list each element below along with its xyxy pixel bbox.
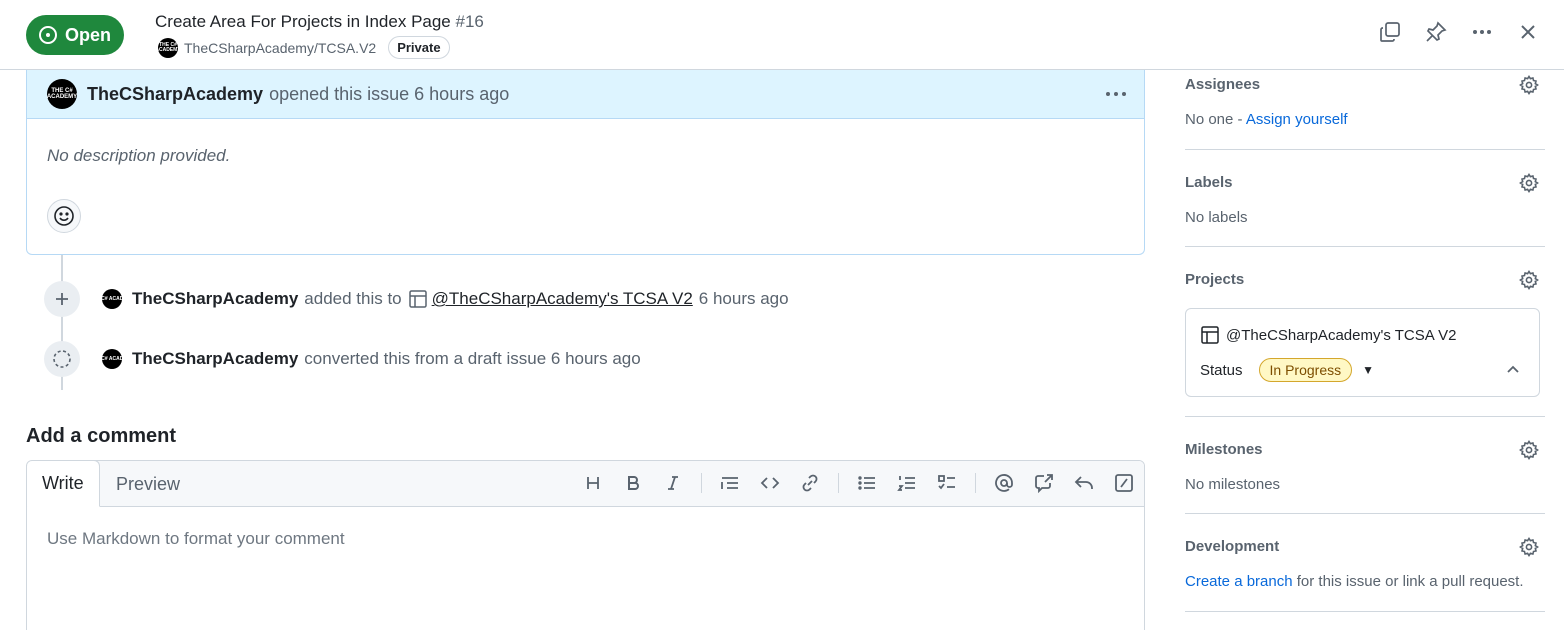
comment-textarea[interactable]: Use Markdown to format your comment — [27, 507, 1144, 571]
issue-body-header: THE C# ACADEMY TheCSharpAcademy opened t… — [27, 70, 1144, 119]
actor-avatar[interactable]: THE C# ACADEMY — [90, 349, 134, 369]
link-icon[interactable] — [798, 471, 822, 495]
italic-icon[interactable] — [661, 471, 685, 495]
timeline-actor[interactable]: TheCSharpAcademy — [132, 289, 298, 309]
milestones-value: No milestones — [1185, 476, 1281, 493]
gear-icon[interactable] — [1519, 537, 1539, 557]
tasklist-icon[interactable] — [935, 471, 959, 495]
timeline-text: converted this from a draft issue 6 hour… — [304, 349, 641, 368]
assignees-title: Assignees — [1185, 76, 1261, 93]
toolbar-divider — [701, 473, 702, 493]
visibility-badge: Private — [388, 36, 450, 59]
toolbar-divider — [838, 473, 839, 493]
development-title: Development — [1185, 538, 1280, 555]
quote-icon[interactable] — [718, 471, 742, 495]
timeline-text: added this to — [304, 289, 402, 308]
close-icon[interactable] — [1516, 20, 1540, 44]
state-label: Open — [64, 24, 111, 45]
project-name[interactable]: @TheCSharpAcademy's TCSA V2 — [1226, 327, 1456, 344]
markdown-toolbar — [581, 471, 1136, 495]
mention-icon[interactable] — [992, 471, 1016, 495]
plus-icon — [44, 281, 80, 317]
labels-title: Labels — [1185, 174, 1233, 191]
project-link[interactable]: @TheCSharpAcademy's TCSA V2 — [432, 289, 693, 309]
code-icon[interactable] — [758, 471, 782, 495]
project-name-row[interactable]: @TheCSharpAcademy's TCSA V2 — [1200, 325, 1456, 345]
assignees-value: No one - Assign yourself — [1185, 111, 1348, 128]
development-rest-text: for this issue or link a pull request. — [1292, 573, 1524, 590]
issue-opened-text: opened this issue 6 hours ago — [269, 83, 510, 104]
gear-icon[interactable] — [1519, 75, 1539, 95]
issue-number: #16 — [455, 12, 484, 31]
milestones-section: Milestones No milestones — [1185, 417, 1545, 514]
status-label: Status — [1200, 361, 1243, 379]
header-actions — [1378, 20, 1540, 44]
editor-toolbar-bar: Write Preview — [27, 461, 1144, 507]
status-badge[interactable]: In Progress — [1258, 358, 1353, 382]
repo-link[interactable]: TheCSharpAcademy/TCSA.V2 — [184, 40, 376, 56]
triangle-down-icon[interactable]: ▼ — [1362, 363, 1374, 377]
smiley-icon — [54, 206, 74, 226]
ordered-list-icon[interactable] — [895, 471, 919, 495]
author-avatar[interactable]: THE C# ACADEMY — [47, 79, 77, 109]
chevron-up-icon[interactable] — [1505, 361, 1521, 382]
reply-icon[interactable] — [1072, 471, 1096, 495]
slash-command-icon[interactable] — [1112, 471, 1136, 495]
copy-icon[interactable] — [1378, 20, 1402, 44]
assignees-section: Assignees No one - Assign yourself — [1185, 70, 1545, 150]
heading-icon[interactable] — [581, 471, 605, 495]
toolbar-divider — [975, 473, 976, 493]
table-icon — [1201, 326, 1219, 344]
project-card: @TheCSharpAcademy's TCSA V2 Status In Pr… — [1185, 308, 1540, 397]
development-section: Development Create a branch for this iss… — [1185, 514, 1545, 612]
milestones-title: Milestones — [1185, 441, 1263, 458]
gear-icon[interactable] — [1519, 440, 1539, 460]
kebab-horizontal-icon[interactable] — [1470, 20, 1494, 44]
create-branch-link[interactable]: Create a branch — [1185, 573, 1293, 590]
assign-yourself-link[interactable]: Assign yourself — [1246, 111, 1348, 128]
comment-editor: Write Preview Use Markdown to format you… — [26, 460, 1145, 630]
issue-opened-icon — [38, 26, 57, 44]
issue-title-text: Create Area For Projects in Index Page — [155, 12, 451, 31]
bold-icon[interactable] — [621, 471, 645, 495]
pin-icon[interactable] — [1424, 20, 1448, 44]
issue-header: Open Create Area For Projects in Index P… — [0, 0, 1564, 70]
gear-icon[interactable] — [1519, 270, 1539, 290]
timeline-actor[interactable]: TheCSharpAcademy — [132, 349, 298, 369]
add-reaction-button[interactable] — [47, 199, 81, 233]
development-value: Create a branch for this issue or link a… — [1185, 573, 1524, 590]
issue-description: No description provided. — [47, 146, 231, 165]
timeline-time: 6 hours ago — [698, 289, 789, 308]
projects-title: Projects — [1185, 271, 1245, 288]
issue-author[interactable]: TheCSharpAcademy — [87, 84, 263, 105]
assignees-none-text: No one - — [1185, 111, 1246, 128]
tab-preview[interactable]: Preview — [101, 461, 195, 507]
table-icon — [408, 289, 428, 309]
project-status-row: Status In Progress ▼ — [1200, 358, 1374, 382]
labels-value: No labels — [1185, 209, 1248, 226]
repo-owner-avatar: THE C# ACADEMY — [155, 37, 181, 58]
unordered-list-icon[interactable] — [855, 471, 879, 495]
tab-write[interactable]: Write — [27, 461, 100, 507]
repo-line: THE C# ACADEMY TheCSharpAcademy/TCSA.V2 … — [155, 36, 450, 59]
labels-section: Labels No labels — [1185, 150, 1545, 247]
comment-menu-icon[interactable] — [1104, 82, 1128, 112]
issue-title: Create Area For Projects in Index Page #… — [155, 12, 484, 32]
gear-icon[interactable] — [1519, 173, 1539, 193]
cross-reference-icon[interactable] — [1032, 471, 1056, 495]
add-comment-heading: Add a comment — [26, 425, 177, 447]
timeline-item-added-to-project: THE C# ACADEMY TheCSharpAcademy added th… — [44, 281, 789, 317]
open-state-badge: Open — [26, 15, 124, 55]
dashed-circle-icon — [44, 341, 80, 377]
actor-avatar[interactable]: THE C# ACADEMY — [90, 289, 134, 309]
issue-body-card: THE C# ACADEMY TheCSharpAcademy opened t… — [26, 70, 1145, 255]
timeline-item-converted: THE C# ACADEMY TheCSharpAcademy converte… — [44, 341, 641, 377]
